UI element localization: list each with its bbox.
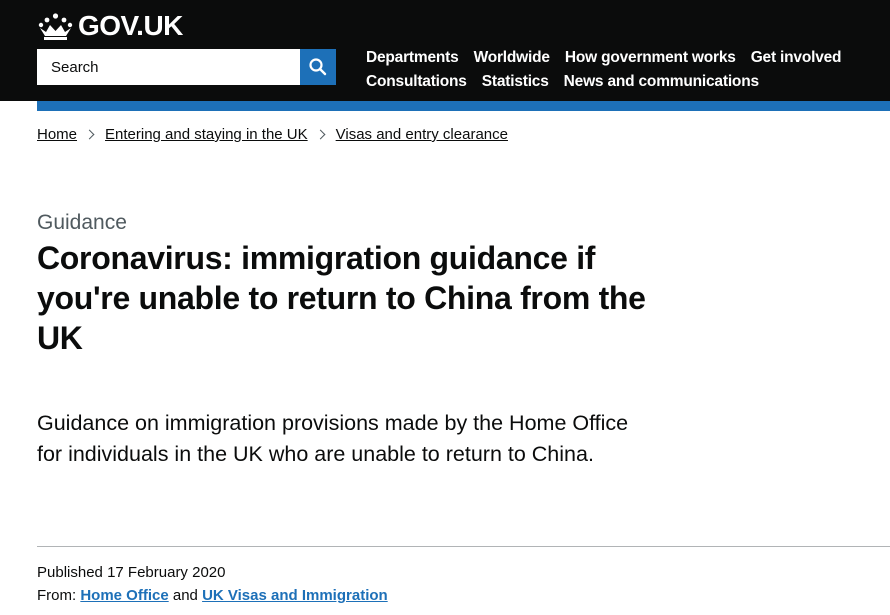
breadcrumb-home[interactable]: Home xyxy=(37,126,77,143)
main-nav: Departments Worldwide How government wor… xyxy=(366,46,876,94)
nav-link-consultations[interactable]: Consultations xyxy=(366,73,467,91)
nav-link-statistics[interactable]: Statistics xyxy=(482,73,549,91)
page-title: Coronavirus: immigration guidance if you… xyxy=(37,240,646,356)
site-header: GOV.UK Departments Worldwide How governm… xyxy=(0,0,890,101)
page-lead: Guidance on immigration provisions made … xyxy=(37,411,629,466)
search-input[interactable] xyxy=(37,49,300,85)
and-text: and xyxy=(172,587,198,604)
nav-link-worldwide[interactable]: Worldwide xyxy=(474,49,550,67)
breadcrumb: Home Entering and staying in the UK Visa… xyxy=(37,126,508,143)
from-label: From: xyxy=(37,587,77,604)
published-label: Published xyxy=(37,564,103,581)
search-icon xyxy=(309,58,327,76)
header-blue-bar xyxy=(37,101,890,111)
search-form xyxy=(37,49,336,85)
org-link-ukvi[interactable]: UK Visas and Immigration xyxy=(202,587,388,604)
nav-link-get-involved[interactable]: Get involved xyxy=(751,49,842,67)
chevron-right-icon xyxy=(315,129,326,140)
search-button[interactable] xyxy=(300,49,336,85)
divider xyxy=(37,546,890,547)
breadcrumb-entering-and-staying[interactable]: Entering and staying in the UK xyxy=(105,126,308,143)
page-caption: Guidance xyxy=(37,211,127,234)
nav-row: Consultations Statistics News and commun… xyxy=(366,70,876,94)
nav-link-departments[interactable]: Departments xyxy=(366,49,459,67)
breadcrumb-visas[interactable]: Visas and entry clearance xyxy=(336,126,508,143)
org-link-home-office[interactable]: Home Office xyxy=(80,587,168,604)
published-line: Published 17 February 2020 xyxy=(37,564,225,581)
chevron-right-icon xyxy=(84,129,95,140)
nav-link-how-government-works[interactable]: How government works xyxy=(565,49,736,67)
nav-row: Departments Worldwide How government wor… xyxy=(366,46,876,70)
logo-text: GOV.UK xyxy=(78,10,183,41)
published-date: 17 February 2020 xyxy=(107,564,226,581)
nav-link-news-and-communications[interactable]: News and communications xyxy=(564,73,759,91)
from-line: From: Home Office and UK Visas and Immig… xyxy=(37,587,388,604)
govuk-logo-link[interactable]: GOV.UK xyxy=(37,11,183,41)
crown-icon xyxy=(38,13,73,40)
